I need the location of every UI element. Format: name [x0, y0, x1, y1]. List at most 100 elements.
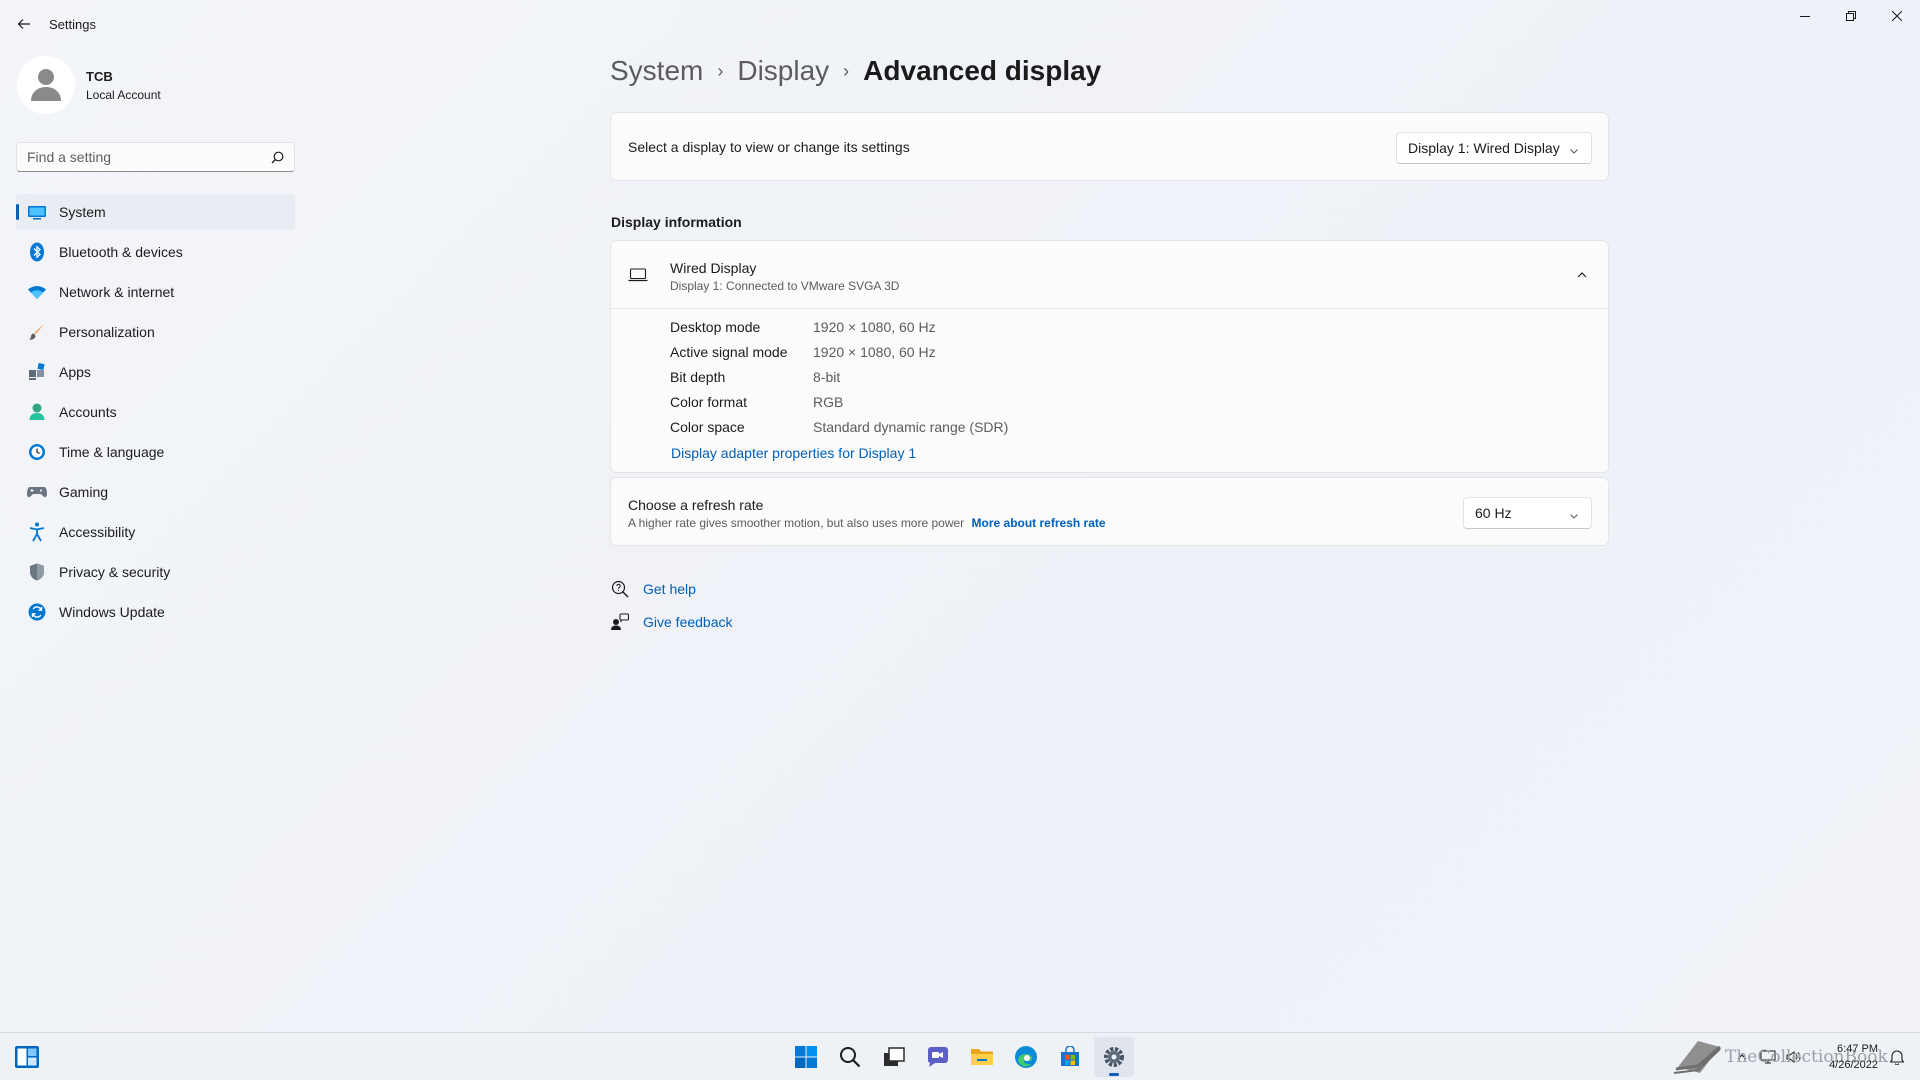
app-title: Settings: [49, 17, 96, 32]
update-icon: [27, 602, 47, 622]
title-bar: Settings: [0, 0, 1920, 48]
edge-icon[interactable]: [1006, 1037, 1046, 1077]
taskbar: TheCollectionBook 6:47 PM 4/26/2022: [0, 1032, 1920, 1080]
sidebar-item-privacy[interactable]: Privacy & security: [16, 554, 295, 590]
sidebar-item-label: Privacy & security: [59, 564, 171, 580]
user-profile[interactable]: TCB Local Account: [17, 56, 161, 114]
chevron-up-icon: [1577, 272, 1587, 278]
refresh-rate-card: Choose a refresh rate A higher rate give…: [610, 477, 1609, 546]
sidebar-item-label: Personalization: [59, 324, 155, 340]
back-button[interactable]: [12, 12, 36, 36]
sidebar-item-gaming[interactable]: Gaming: [16, 474, 295, 510]
sidebar-nav: System Bluetooth & devices Network & int…: [16, 194, 295, 634]
select-display-label: Select a display to view or change its s…: [628, 139, 910, 155]
page-title: Advanced display: [863, 55, 1102, 86]
avatar: [17, 56, 75, 114]
breadcrumb-system[interactable]: System: [610, 55, 703, 87]
shield-icon: [27, 562, 47, 582]
book-logo-icon: [1670, 1037, 1724, 1080]
sidebar-item-label: Accounts: [59, 404, 117, 420]
widgets-icon[interactable]: [14, 1045, 40, 1069]
sidebar-item-time-language[interactable]: Time & language: [16, 434, 295, 470]
refresh-rate-description: A higher rate gives smoother motion, but…: [628, 516, 965, 530]
sidebar-item-system[interactable]: System: [16, 194, 295, 230]
profile-account-type: Local Account: [86, 87, 161, 102]
info-value: 8-bit: [813, 369, 841, 385]
more-about-refresh-rate-link[interactable]: More about refresh rate: [972, 516, 1106, 530]
paintbrush-icon: [27, 322, 47, 342]
file-explorer-icon[interactable]: [962, 1037, 1002, 1077]
sidebar-item-accessibility[interactable]: Accessibility: [16, 514, 295, 550]
sidebar-item-label: Network & internet: [59, 284, 175, 300]
display-connection: Display 1: Connected to VMware SVGA 3D: [670, 279, 900, 293]
restore-icon: [1846, 11, 1856, 21]
restore-button[interactable]: [1828, 0, 1874, 32]
clock[interactable]: 6:47 PM 4/26/2022: [1829, 1041, 1878, 1073]
chevron-right-icon: ›: [717, 60, 724, 81]
sidebar-item-label: Apps: [59, 364, 91, 380]
minimize-button[interactable]: [1782, 0, 1828, 32]
info-value: 1920 × 1080, 60 Hz: [813, 344, 936, 360]
get-help-label: Get help: [643, 581, 696, 597]
search-icon[interactable]: [271, 151, 284, 169]
info-row-desktop-mode: Desktop mode 1920 × 1080, 60 Hz: [670, 319, 936, 335]
display-info-header[interactable]: Wired Display Display 1: Connected to VM…: [611, 241, 1608, 309]
display-info-card: Wired Display Display 1: Connected to VM…: [610, 240, 1609, 473]
sidebar-item-apps[interactable]: Apps: [16, 354, 295, 390]
info-key: Desktop mode: [670, 319, 761, 335]
refresh-rate-dropdown[interactable]: 60 Hz: [1463, 497, 1592, 529]
notification-icon[interactable]: [1889, 1049, 1905, 1070]
sidebar-item-windows-update[interactable]: Windows Update: [16, 594, 295, 630]
sidebar-item-label: Accessibility: [59, 524, 136, 540]
display-select-dropdown[interactable]: Display 1: Wired Display: [1396, 132, 1592, 164]
feedback-icon: [610, 612, 630, 632]
refresh-rate-description-row: A higher rate gives smoother motion, but…: [628, 516, 1106, 530]
taskbar-apps: [786, 1037, 1138, 1077]
system-tray: TheCollectionBook 6:47 PM 4/26/2022: [1660, 1033, 1920, 1080]
info-value: Standard dynamic range (SDR): [813, 419, 1009, 435]
sidebar-item-label: Gaming: [59, 484, 109, 500]
search-box: [16, 142, 295, 172]
collapse-button[interactable]: [1570, 263, 1594, 287]
info-value: RGB: [813, 394, 844, 410]
monitor-icon: [27, 202, 47, 222]
search-input[interactable]: [27, 149, 257, 165]
give-feedback-label: Give feedback: [643, 614, 733, 630]
sidebar-item-network[interactable]: Network & internet: [16, 274, 295, 310]
give-feedback-link[interactable]: Give feedback: [610, 612, 733, 632]
sidebar-item-accounts[interactable]: Accounts: [16, 394, 295, 430]
info-key: Active signal mode: [670, 344, 788, 360]
display-adapter-properties-link[interactable]: Display adapter properties for Display 1: [671, 445, 916, 461]
display-information-heading: Display information: [611, 214, 742, 230]
start-icon[interactable]: [786, 1037, 826, 1077]
get-help-link[interactable]: Get help: [610, 579, 696, 599]
chevron-down-icon: [1569, 143, 1579, 159]
info-row-color-space: Color space Standard dynamic range (SDR): [670, 419, 1008, 435]
settings-icon[interactable]: [1094, 1037, 1134, 1077]
clock-date: 4/26/2022: [1829, 1059, 1878, 1071]
accessibility-icon: [27, 522, 47, 542]
task-view-icon[interactable]: [874, 1037, 914, 1077]
chat-icon[interactable]: [918, 1037, 958, 1077]
sidebar-item-label: Windows Update: [59, 604, 165, 620]
info-row-color-format: Color format RGB: [670, 394, 843, 410]
store-icon[interactable]: [1050, 1037, 1090, 1077]
window-controls: [1782, 0, 1920, 32]
back-arrow-icon: [17, 19, 30, 29]
laptop-icon: [628, 267, 648, 288]
search-icon[interactable]: [830, 1037, 870, 1077]
sidebar-item-label: Bluetooth & devices: [59, 244, 183, 260]
sidebar-item-label: System: [59, 204, 106, 220]
close-button[interactable]: [1874, 0, 1920, 32]
sidebar-item-personalization[interactable]: Personalization: [16, 314, 295, 350]
apps-icon: [27, 362, 47, 382]
breadcrumb-display[interactable]: Display: [737, 55, 829, 87]
help-icon: [610, 579, 630, 599]
info-key: Color format: [670, 394, 748, 410]
close-icon: [1892, 11, 1902, 21]
sidebar-item-bluetooth[interactable]: Bluetooth & devices: [16, 234, 295, 270]
refresh-rate-title: Choose a refresh rate: [628, 497, 764, 513]
refresh-rate-value: 60 Hz: [1475, 505, 1512, 521]
display-select-value: Display 1: Wired Display: [1408, 140, 1560, 156]
minimize-icon: [1800, 16, 1810, 17]
